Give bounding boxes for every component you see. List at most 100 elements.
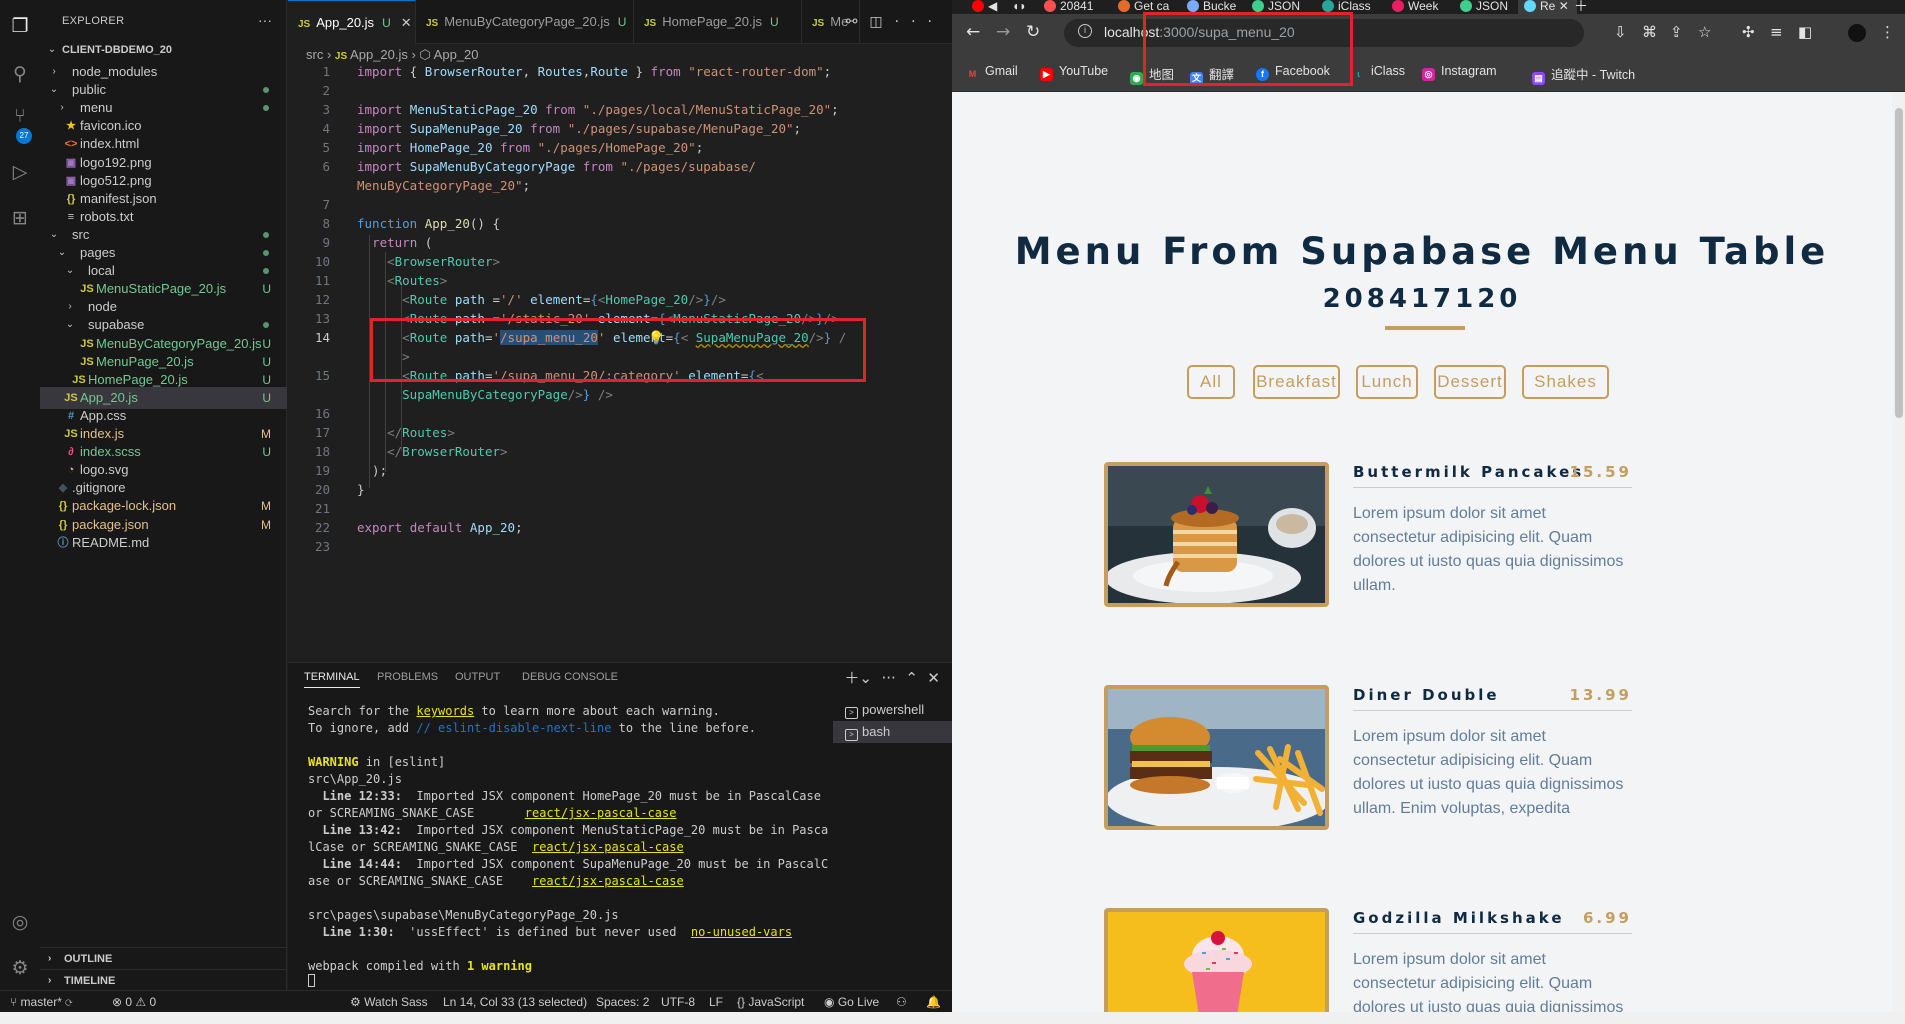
browser-menu-icon[interactable]: ⋮ <box>1880 23 1895 41</box>
status-bar: ⑂ master* ⟳ ⊗ 0 ⚠ 0 ⚙ Watch Sass Ln 14, … <box>0 990 952 1012</box>
bookmark-label: Instagram <box>1441 64 1497 78</box>
filter-shakes-button[interactable]: Shakes <box>1522 365 1609 399</box>
os-taskbar <box>0 1012 1905 1024</box>
language-status[interactable]: {} JavaScript <box>737 991 804 1013</box>
project-root[interactable]: ⌄ CLIENT-DBDEMO_20 <box>40 39 287 61</box>
tab-debug-console[interactable]: DEBUG CONSOLE <box>522 671 618 683</box>
bookmark-instagram[interactable]: ◎ Instagram <box>1422 64 1497 81</box>
account-icon[interactable]: ◎ <box>8 910 32 934</box>
timeline-section[interactable]: › TIMELINE <box>40 969 287 991</box>
reload-icon[interactable]: ↻ <box>1026 22 1040 42</box>
menu-item-description: Lorem ipsum dolor sit amet consectetur a… <box>1353 505 1624 594</box>
tab-label: HomePage_20.js <box>662 14 762 29</box>
browser-tab-audio[interactable]: ◖◗ <box>1012 0 1027 14</box>
browser-tab-video[interactable]: ◀ <box>972 0 997 14</box>
new-tab-icon[interactable]: ＋ <box>1574 0 1588 14</box>
tab-output[interactable]: OUTPUT <box>455 671 500 683</box>
bookmark-star-icon[interactable]: ☆ <box>1698 23 1711 41</box>
indentation-status[interactable]: Spaces: 2 <box>596 991 649 1013</box>
menu-item: Buttermilk Pancakes 15.59 Lorem ipsum do… <box>1104 462 1632 607</box>
menu-item-title: Godzilla Milkshake <box>1353 909 1565 927</box>
bookmark-label: Gmail <box>985 64 1018 78</box>
settings-gear-icon[interactable]: ⚙ <box>8 956 32 980</box>
menu-item-divider <box>1353 710 1632 711</box>
breadcrumb-symbol: App_20 <box>433 47 479 62</box>
info-icon[interactable]: i <box>1078 24 1092 38</box>
search-icon[interactable]: ⚲ <box>8 62 32 86</box>
filter-all-button[interactable]: All <box>1187 365 1235 399</box>
go-live-status[interactable]: ◉ Go Live <box>824 991 879 1013</box>
browser-tab-7[interactable]: JSON <box>1460 0 1508 14</box>
tab-flag: U <box>769 15 779 29</box>
page-title: Menu From Supabase Menu Table <box>1014 230 1830 273</box>
branch-status[interactable]: ⑂ master* ⟳ <box>10 991 72 1013</box>
menu-item-price: 6.99 <box>1582 909 1632 927</box>
source-control-icon[interactable]: ⑂ <box>8 104 32 128</box>
translate-icon[interactable]: ⌘ <box>1642 23 1657 41</box>
filter-breakfast-button[interactable]: Breakfast <box>1253 365 1340 399</box>
feedback-icon[interactable]: ⚇ <box>896 991 907 1013</box>
session-label: bash <box>862 724 891 739</box>
bookmarks-bar: M Gmail ▶ YouTube ◉ 地图 文翻譯 f Facebook ɩ iClas… <box>952 52 1905 92</box>
more-actions-icon[interactable]: ··· <box>258 12 272 28</box>
terminal-line-11: ase or SCREAMING_SNAKE_CASE react/jsx-pa… <box>308 874 684 888</box>
tab-homepage[interactable]: JS HomePage_20.js U <box>634 0 802 44</box>
browser-tab-6[interactable]: Week <box>1392 0 1438 14</box>
source-control-badge: 27 <box>16 128 32 144</box>
browser-tab-active[interactable]: Re ✕ <box>1518 0 1577 14</box>
filter-lunch-button[interactable]: Lunch <box>1356 365 1418 399</box>
profile-avatar[interactable] <box>1848 24 1866 42</box>
tab-problems[interactable]: PROBLEMS <box>377 671 438 683</box>
terminal-line-1: Search for the keywords to learn more ab… <box>308 704 720 718</box>
install-icon[interactable]: ⇩ <box>1614 23 1627 41</box>
eol-status[interactable]: LF <box>709 991 723 1013</box>
browser-tab-1[interactable]: 20841 <box>1044 0 1093 14</box>
page-scrollbar-thumb[interactable] <box>1895 108 1903 418</box>
problems-status[interactable]: ⊗ 0 ⚠ 0 <box>112 991 156 1013</box>
extensions-puzzle-icon[interactable]: ✣ <box>1742 23 1755 41</box>
bookmark-gmail[interactable]: M Gmail <box>966 64 1018 81</box>
bookmark-iclass[interactable]: ɩ iClass <box>1352 64 1405 81</box>
forward-icon[interactable]: → <box>996 22 1010 42</box>
bookmark-label: YouTube <box>1059 64 1109 78</box>
terminal-line-4: WARNING in [eslint] <box>308 755 446 769</box>
terminal-line-13: src\pages\supabase\MenuByCategoryPage_20… <box>308 908 619 922</box>
run-debug-icon[interactable]: ▷ <box>8 160 32 184</box>
share-icon[interactable]: ⇪ <box>1670 23 1683 41</box>
panel-actions[interactable]: ＋⌄ ··· ⌃ ✕ <box>844 667 940 688</box>
bell-icon[interactable]: 🔔 <box>926 991 941 1013</box>
editor-actions[interactable]: ⚯◫··· <box>846 14 944 30</box>
tree-item[interactable]: ⓘ README.md <box>40 532 287 554</box>
web-page: Menu From Supabase Menu Table 208417120 … <box>952 92 1892 1012</box>
watch-sass-status[interactable]: ⚙ Watch Sass <box>350 991 428 1013</box>
filter-dessert-button[interactable]: Dessert <box>1434 365 1506 399</box>
editor-tabbar: JS App_20.js U ✕ JS MenuByCategoryPage_20.js… <box>288 0 952 44</box>
terminal-session-powershell[interactable]: > powershell <box>833 699 952 721</box>
browser-tab-strip: ◀ ◖◗ 20841 Get ca Bucke JSON iClass Week… <box>952 0 1905 14</box>
tab-terminal[interactable]: TERMINAL <box>304 671 360 688</box>
tab-flag: U <box>617 15 627 29</box>
bookmark-youtube[interactable]: ▶ YouTube <box>1040 64 1108 81</box>
outline-section[interactable]: › OUTLINE <box>40 947 287 969</box>
explorer-icon[interactable]: ❐ <box>8 14 32 38</box>
side-panel-icon[interactable]: ◧ <box>1798 23 1812 41</box>
tab-menu-by-category[interactable]: JS MenuByCategoryPage_20.js U <box>416 0 634 44</box>
close-icon[interactable]: ✕ <box>401 15 412 30</box>
modified-dot <box>263 87 269 94</box>
close-tab-icon[interactable]: ✕ <box>1559 0 1569 13</box>
screen: ❐ ⚲ ⑂ 27 ▷ ⊞ ◎ ⚙ EXPLORER ··· ⌄ CLIENT-D… <box>0 0 1905 1024</box>
menu-item-title: Diner Double <box>1353 686 1500 704</box>
bookmark-twitch[interactable]: ▤ 追蹤中 - Twitch <box>1532 64 1635 85</box>
cursor-position-status[interactable]: Ln 14, Col 33 (13 selected) <box>443 991 587 1013</box>
extensions-icon[interactable]: ⊞ <box>8 206 32 230</box>
terminal-line-14: Line 1:30: 'ussEffect' is defined but ne… <box>322 925 793 939</box>
terminal-session-bash[interactable]: > bash <box>833 721 952 743</box>
modified-dot <box>263 231 269 238</box>
terminal-cursor <box>308 974 315 987</box>
activity-bar: ❐ ⚲ ⑂ 27 ▷ ⊞ ◎ ⚙ <box>0 0 40 990</box>
encoding-status[interactable]: UTF-8 <box>661 991 695 1013</box>
tab-app-20[interactable]: JS App_20.js U ✕ <box>288 0 416 44</box>
burger-photo <box>1104 685 1329 830</box>
back-icon[interactable]: ← <box>966 22 980 42</box>
reading-list-icon[interactable]: ≡ <box>1770 23 1783 41</box>
